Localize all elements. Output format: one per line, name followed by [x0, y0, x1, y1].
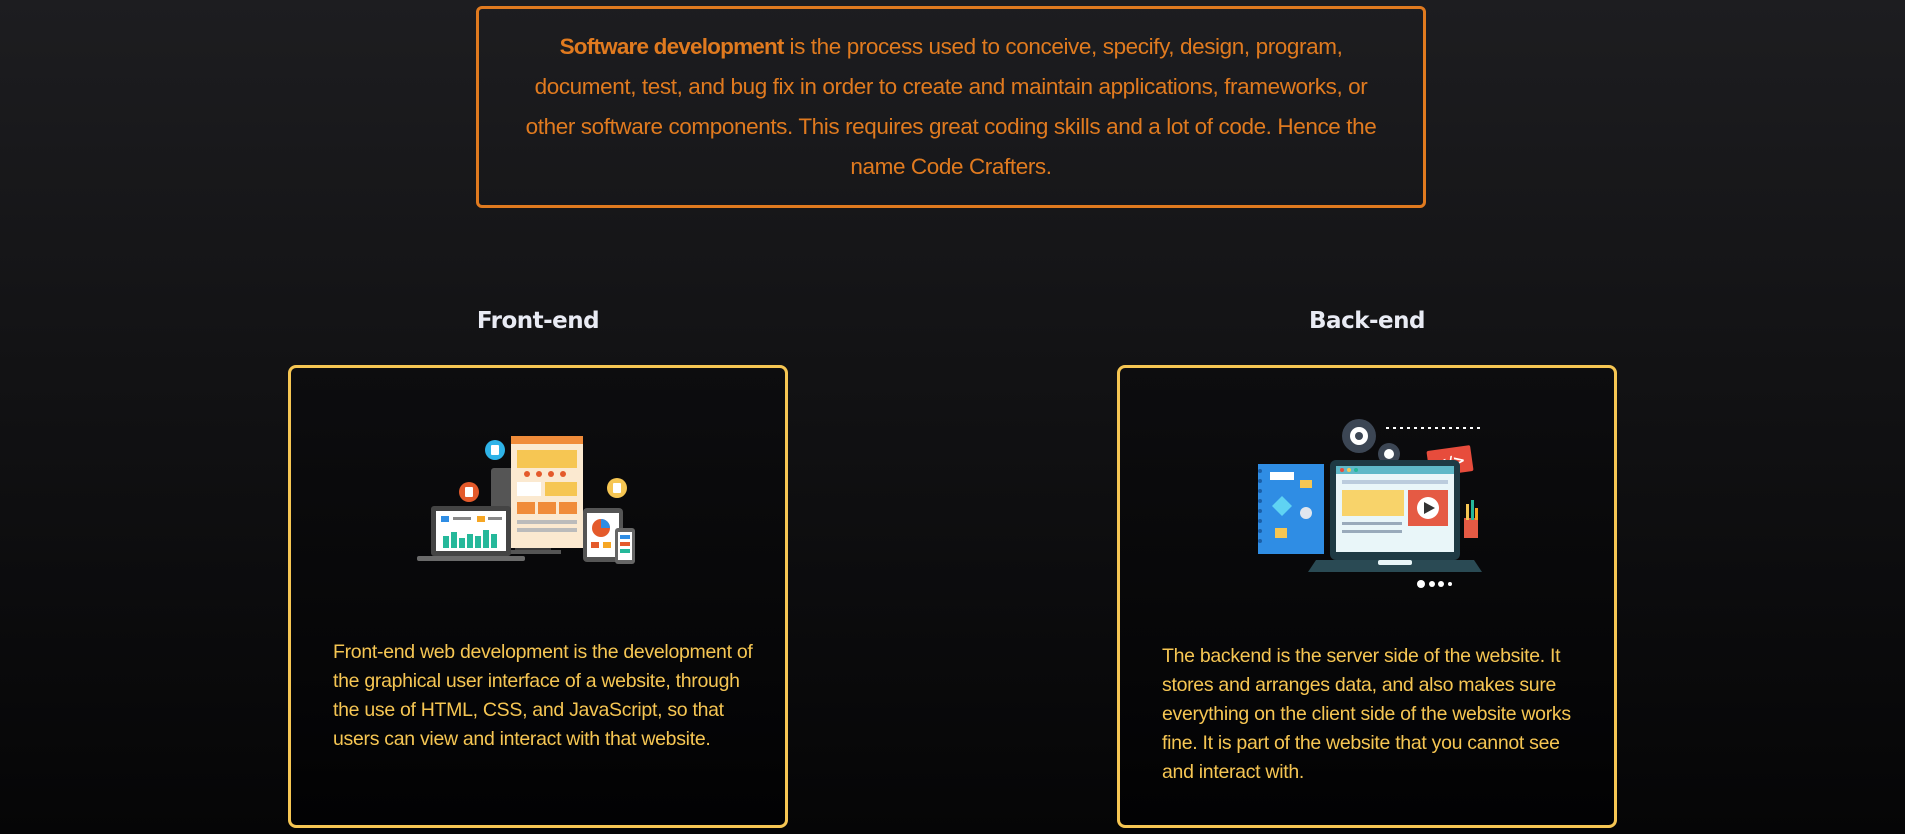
intro-text: Software development is the process used… [521, 27, 1381, 187]
backend-card: </> The backend is the server side of th… [1117, 365, 1617, 828]
pencil-cup [1464, 518, 1478, 538]
backend-illustration: </> [1258, 419, 1482, 588]
intro-highlight: Software development [559, 34, 785, 59]
backend-description: The backend is the server side of the we… [1162, 645, 1571, 783]
frontend-heading: Front-end [476, 308, 600, 334]
frontend-description: Front-end web development is the develop… [333, 641, 753, 750]
intro-box: Software development is the process used… [476, 6, 1426, 208]
backend-heading: Back-end [1309, 308, 1425, 334]
devices-illustration [417, 436, 635, 564]
frontend-card: Front-end web development is the develop… [288, 365, 788, 828]
